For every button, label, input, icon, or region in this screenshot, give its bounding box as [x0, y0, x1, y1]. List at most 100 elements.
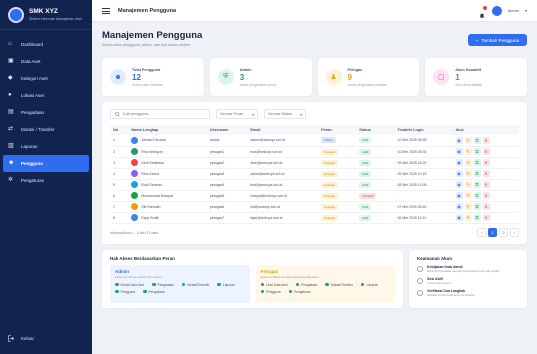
delete-icon[interactable]: ✕	[482, 159, 490, 166]
sidebar-item-lokasi-aset[interactable]: ● Lokasi Aset	[0, 87, 92, 104]
edit-icon[interactable]: ✎	[464, 170, 472, 177]
main-content: Manajemen Pengguna Kelola akun pengguna,…	[92, 22, 537, 354]
admin-role-name: Admin	[115, 268, 129, 274]
key-icon[interactable]: ⚿	[473, 181, 481, 188]
username: petugas3	[206, 168, 248, 180]
row-number: 2	[110, 146, 129, 158]
last-login: 07 Mei 2025 09:40	[394, 201, 453, 213]
page-button[interactable]: ‹	[477, 228, 486, 237]
logout-icon	[8, 335, 15, 342]
sidebar-item-label: Data Aset	[21, 59, 41, 64]
view-icon[interactable]: ◉	[455, 170, 463, 177]
info-icon	[417, 289, 423, 296]
edit-icon[interactable]: ✎	[464, 159, 472, 166]
row-number: 4	[110, 168, 129, 180]
edit-icon[interactable]: ✎	[464, 192, 472, 199]
users-icon: ☻	[110, 69, 126, 85]
add-user-button[interactable]: + Tambah Pengguna	[467, 34, 527, 46]
chevron-down-icon: ▾	[300, 112, 302, 117]
avatar	[131, 214, 139, 221]
logout-label: Keluar	[21, 336, 35, 341]
add-user-label: Tambah Pengguna	[481, 37, 519, 43]
column-header: Status	[356, 125, 395, 135]
notification-bell-icon[interactable]	[478, 5, 487, 18]
sidebar-item-kategori-aset[interactable]: ◆ Kategori Aset	[0, 70, 92, 87]
role-badge: Petugas	[321, 148, 339, 155]
stat-desc: Akun dinonaktifkan	[455, 82, 483, 87]
last-login: 06 Mei 2025 15:10	[394, 212, 453, 224]
view-icon[interactable]: ◉	[455, 192, 463, 199]
edit-icon[interactable]: ✎	[464, 136, 472, 144]
delete-icon[interactable]: ✕	[482, 181, 490, 188]
status-badge: Aktif	[359, 137, 372, 144]
permission-item: Lihat Data Aset	[260, 283, 288, 287]
topbar: Manajemen Pengguna Admin ▾	[92, 0, 537, 22]
delete-icon[interactable]: ✕	[482, 170, 490, 177]
table-row: 4 Rina Zahra petugas3 zahra@smkxyz.sch.id Pe…	[110, 168, 519, 180]
logout-button[interactable]: Keluar	[8, 335, 34, 342]
delete-icon[interactable]: ✕	[482, 192, 490, 199]
table-row: 7 Siti Rahmah petugas6 siti@smkxyz.sch.id Pe…	[110, 201, 519, 213]
stat-value: 3	[239, 72, 245, 82]
email: dedi@smkxyz.sch.id	[247, 157, 319, 169]
edit-icon[interactable]: ✎	[464, 181, 472, 188]
security-item: Kebijakan Kata Sandi Minimal 8 karakter d…	[417, 265, 519, 273]
petugas-rights-box: Petugas Akses terbatas sesuai tugas yang…	[255, 264, 395, 303]
search-box[interactable]	[110, 109, 210, 119]
key-icon[interactable]: ⚿	[473, 192, 481, 199]
row-number: 6	[110, 190, 129, 202]
stat-label: Admin	[239, 67, 252, 72]
username: petugas1	[206, 146, 248, 158]
user-full-name: Budi Santoso	[141, 182, 163, 187]
delete-icon[interactable]: ✕	[482, 203, 490, 210]
menu-icon[interactable]	[102, 7, 110, 14]
key-icon[interactable]: ⚿	[473, 203, 481, 210]
page-button[interactable]: 2	[499, 228, 508, 237]
edit-icon[interactable]: ✎	[464, 148, 472, 155]
page-button[interactable]: 1	[488, 228, 497, 237]
sidebar-item-pengguna[interactable]: ☻ Pengguna	[3, 155, 89, 172]
edit-icon[interactable]: ✎	[464, 214, 472, 221]
page-button[interactable]: ›	[510, 228, 519, 237]
sidebar-item-label: Pengadaan	[21, 110, 45, 115]
delete-icon[interactable]: ✕	[482, 148, 490, 155]
check-icon	[181, 282, 186, 287]
sidebar-item-mutasi-transfer[interactable]: ⇄ Mutasi / Transfer	[0, 121, 92, 138]
sidebar-item-laporan[interactable]: ▥ Laporan	[0, 138, 92, 155]
sidebar-item-pengadaan[interactable]: ▤ Pengadaan	[0, 104, 92, 121]
view-icon[interactable]: ◉	[455, 203, 463, 210]
key-icon[interactable]: ⚿	[473, 170, 481, 177]
chevron-down-icon[interactable]: ▾	[525, 8, 527, 13]
sidebar-item-dashboard[interactable]: ⌂ Dashboard	[0, 36, 92, 53]
key-icon[interactable]: ⚿	[473, 214, 481, 221]
last-login: -	[394, 190, 453, 202]
username: admin	[206, 135, 248, 147]
delete-icon[interactable]: ✕	[482, 136, 490, 144]
permission-item: Mutasi/Transfer	[181, 282, 209, 287]
role-filter-select[interactable]: Semua Peran ▾	[216, 109, 258, 119]
key-icon[interactable]: ⚿	[473, 136, 481, 144]
view-icon[interactable]: ◉	[455, 181, 463, 188]
user-avatar[interactable]	[491, 5, 502, 16]
last-login: 09 Mei 2025 10:15	[394, 168, 453, 180]
search-input[interactable]	[123, 112, 203, 116]
check-icon	[143, 289, 147, 294]
sidebar-item-pengaturan[interactable]: ✲ Pengaturan	[0, 172, 92, 189]
view-icon[interactable]: ◉	[455, 136, 463, 144]
status-badge: Aktif	[359, 214, 372, 221]
delete-icon[interactable]: ✕	[482, 214, 490, 221]
status-badge: Aktif	[359, 148, 372, 155]
email: siti@smkxyz.sch.id	[247, 201, 319, 213]
user-name[interactable]: Admin	[508, 8, 519, 13]
key-icon[interactable]: ⚿	[473, 148, 481, 155]
sidebar-item-data-aset[interactable]: ▣ Data Aset	[0, 53, 92, 70]
view-icon[interactable]: ◉	[455, 159, 463, 166]
report-icon: ▥	[8, 143, 14, 149]
view-icon[interactable]: ◉	[455, 148, 463, 155]
status-filter-select[interactable]: Semua Status ▾	[264, 109, 306, 119]
edit-icon[interactable]: ✎	[464, 203, 472, 210]
key-icon[interactable]: ⚿	[473, 159, 481, 166]
page-title: Manajemen Pengguna	[102, 30, 203, 41]
email: rina@smkxyz.sch.id	[247, 146, 319, 158]
view-icon[interactable]: ◉	[455, 214, 463, 221]
